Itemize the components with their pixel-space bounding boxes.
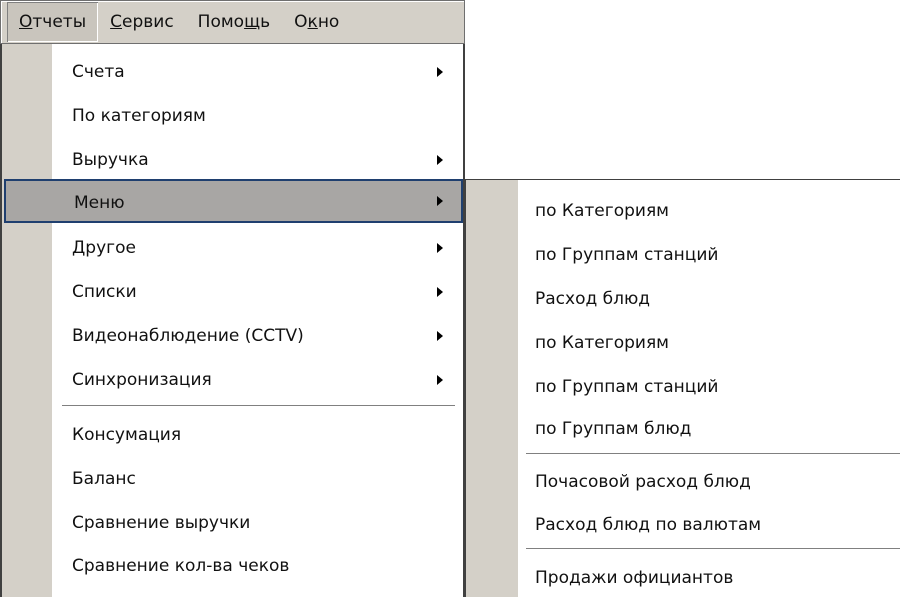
menu-item-revenue[interactable]: Выручка bbox=[2, 138, 463, 182]
menu-window-post: но bbox=[317, 12, 340, 32]
menu-item-label: Сравнение выручки bbox=[72, 513, 251, 533]
submenu-arrow-icon bbox=[437, 155, 443, 165]
menu-item-label: Выручка bbox=[72, 150, 149, 170]
menu-help-post: ь bbox=[260, 12, 271, 32]
menu-window-pre: О bbox=[294, 12, 308, 32]
menu-item-other[interactable]: Другое bbox=[2, 226, 463, 270]
menu-item-balance[interactable]: Баланс bbox=[2, 457, 463, 501]
menu-separator bbox=[62, 405, 455, 407]
menu-item-label: Видеонаблюдение (CCTV) bbox=[72, 326, 304, 346]
menu-reports-accel: О bbox=[19, 12, 33, 32]
submenu-item-label: Продажи официантов bbox=[535, 568, 734, 588]
submenu-item-dish-consumption-by-currency[interactable]: Расход блюд по валютам bbox=[466, 503, 900, 547]
menu-item-label: Синхронизация bbox=[72, 370, 212, 390]
menu-item-menu[interactable]: Меню bbox=[4, 179, 463, 223]
submenu-arrow-icon bbox=[437, 196, 443, 206]
menu-window-accel: к bbox=[307, 12, 318, 32]
submenu-item-label: Почасовой расход блюд bbox=[535, 472, 751, 492]
menu-item-label: Сравнение кол-ва чеков bbox=[72, 556, 290, 576]
menu-reports[interactable]: Отчеты bbox=[7, 2, 99, 42]
menu-item-consumption[interactable]: Консумация bbox=[2, 413, 463, 457]
menu-item-cctv[interactable]: Видеонаблюдение (CCTV) bbox=[2, 314, 463, 358]
menu-submenu: по Категориям по Группам станций Расход … bbox=[465, 179, 900, 597]
submenu-item-hourly-dish-consumption[interactable]: Почасовой расход блюд bbox=[466, 460, 900, 504]
submenu-item-dish-consumption[interactable]: Расход блюд bbox=[466, 277, 900, 321]
submenu-arrow-icon bbox=[437, 375, 443, 385]
submenu-item-waiter-sales[interactable]: Продажи официантов bbox=[466, 556, 900, 600]
menu-bar: Отчеты Сервис Помощь Окно bbox=[0, 0, 465, 44]
menu-item-label: Меню bbox=[74, 193, 125, 213]
submenu-item-label: по Категориям bbox=[535, 201, 669, 221]
menu-item-revenue-comparison[interactable]: Сравнение выручки bbox=[2, 501, 463, 545]
submenu-item-by-categories-2[interactable]: по Категориям bbox=[466, 321, 900, 365]
menu-item-lists[interactable]: Списки bbox=[2, 270, 463, 314]
menu-service-post: ервис bbox=[122, 12, 174, 32]
menu-item-sync[interactable]: Синхронизация bbox=[2, 358, 463, 402]
submenu-item-label: по Группам станций bbox=[535, 377, 719, 397]
submenu-item-by-station-groups[interactable]: по Группам станций bbox=[466, 233, 900, 277]
submenu-arrow-icon bbox=[437, 67, 443, 77]
menu-item-checks-count-comparison[interactable]: Сравнение кол-ва чеков bbox=[2, 544, 463, 588]
menu-help[interactable]: Помощь bbox=[186, 2, 282, 42]
submenu-item-by-station-groups-2[interactable]: по Группам станций bbox=[466, 365, 900, 409]
submenu-item-by-dish-groups[interactable]: по Группам блюд bbox=[466, 407, 900, 451]
menu-help-accel: щ bbox=[244, 12, 261, 32]
submenu-item-label: по Группам станций bbox=[535, 245, 719, 265]
menu-item-label: По категориям bbox=[72, 106, 206, 126]
menu-service-accel: С bbox=[110, 12, 122, 32]
submenu-separator bbox=[526, 548, 900, 550]
submenu-arrow-icon bbox=[437, 287, 443, 297]
submenu-arrow-icon bbox=[437, 243, 443, 253]
menu-help-pre: Помо bbox=[197, 12, 245, 32]
submenu-item-label: по Группам блюд bbox=[535, 419, 692, 439]
menu-item-label: Списки bbox=[72, 282, 137, 302]
submenu-item-label: Расход блюд по валютам bbox=[535, 515, 762, 535]
menu-item-label: Консумация bbox=[72, 425, 182, 445]
menu-reports-post: тчеты bbox=[32, 12, 87, 32]
submenu-item-label: по Категориям bbox=[535, 333, 669, 353]
menu-item-invoices[interactable]: Счета bbox=[2, 50, 463, 94]
submenu-item-by-categories[interactable]: по Категориям bbox=[466, 189, 900, 233]
menu-item-label: Другое bbox=[72, 238, 136, 258]
menu-item-by-categories[interactable]: По категориям bbox=[2, 94, 463, 138]
reports-dropdown: Счета По категориям Выручка Меню Другое … bbox=[0, 44, 465, 597]
menu-window[interactable]: Окно bbox=[282, 2, 351, 42]
menu-item-label: Баланс bbox=[72, 469, 136, 489]
menu-item-label: Счета bbox=[72, 62, 125, 82]
submenu-separator bbox=[526, 453, 900, 455]
menu-service[interactable]: Сервис bbox=[98, 2, 186, 42]
submenu-arrow-icon bbox=[437, 331, 443, 341]
submenu-item-label: Расход блюд bbox=[535, 289, 651, 309]
